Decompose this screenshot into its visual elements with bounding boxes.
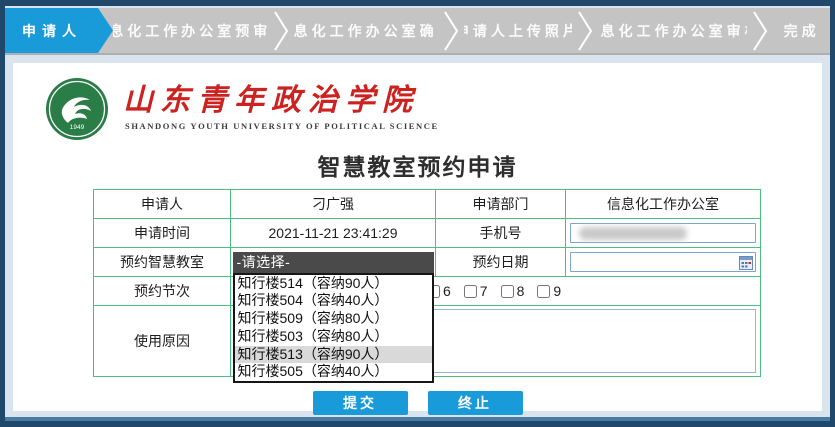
wizard-step-applicant: 申请人 (5, 8, 113, 53)
terminate-button[interactable]: 终止 (428, 391, 523, 415)
content-panel: 1949 山东青年政治学院 SHANDONG YOUTH UNIVERSITY … (13, 63, 822, 411)
wizard-step-review: 信息化工作办公室审核 (598, 8, 747, 53)
periods-label: 预约节次 (94, 277, 231, 306)
redacted-phone-value (579, 227, 687, 240)
apply-time-label: 申请时间 (94, 219, 231, 248)
university-seal-icon: 1949 (45, 77, 109, 141)
classroom-label: 预约智慧教室 (94, 248, 231, 277)
department-label: 申请部门 (436, 190, 566, 219)
table-row: 预约智慧教室 -请选择- 知行楼514（容纳90人） 知行楼504（容纳40人）… (94, 248, 761, 277)
period-label: 7 (480, 283, 488, 299)
university-name-cn: 山东青年政治学院 (123, 83, 439, 119)
table-row: 申请时间 2021-11-21 23:41:29 手机号 (94, 219, 761, 248)
wizard-step-label: 信息化工作办公室确认 (294, 21, 438, 41)
reason-label: 使用原因 (94, 306, 231, 377)
period-option-9: 9 (537, 283, 561, 299)
calendar-icon[interactable] (739, 256, 753, 270)
applicant-value: 刁广强 (231, 190, 436, 219)
button-row: 提交 终止 (13, 391, 822, 415)
university-logo: 1949 山东青年政治学院 SHANDONG YOUTH UNIVERSITY … (45, 77, 439, 141)
app-window: 申请人 信息化工作办公室预审核 信息化工作办公室确认 申请人上传照片 信息化工作… (0, 0, 835, 427)
wizard-step-confirm: 信息化工作办公室确认 (294, 8, 438, 53)
select-option[interactable]: 知行楼514（容纳90人） (235, 275, 432, 293)
select-option[interactable]: 知行楼503（容纳80人） (235, 328, 432, 346)
applicant-label: 申请人 (94, 190, 231, 219)
classroom-select[interactable]: -请选择- 知行楼514（容纳90人） 知行楼504（容纳40人） 知行楼509… (233, 252, 434, 273)
logo-text-block: 山东青年政治学院 SHANDONG YOUTH UNIVERSITY OF PO… (123, 77, 439, 131)
period-option-7: 7 (464, 283, 488, 299)
wizard-step-label: 信息化工作办公室预审核 (113, 21, 268, 41)
phone-input[interactable] (570, 223, 756, 243)
submit-button[interactable]: 提交 (313, 391, 408, 415)
period-checkbox-8[interactable] (501, 285, 514, 298)
wizard-step-pre-review: 信息化工作办公室预审核 (113, 8, 268, 53)
wizard-step-label: 完成 (784, 21, 820, 41)
classroom-select-dropdown: 知行楼514（容纳90人） 知行楼504（容纳40人） 知行楼509（容纳80人… (233, 273, 434, 384)
apply-time-value: 2021-11-21 23:41:29 (231, 219, 436, 248)
chevron-right-icon (572, 8, 598, 53)
page-title: 智慧教室预约申请 (13, 148, 822, 182)
chevron-right-icon (268, 8, 294, 53)
phone-label: 手机号 (436, 219, 566, 248)
period-label: 8 (517, 283, 525, 299)
chevron-right-icon (438, 8, 464, 53)
date-label: 预约日期 (436, 248, 566, 277)
bottom-status-bar (5, 417, 830, 421)
date-input[interactable] (570, 252, 756, 272)
wizard-bar: 申请人 信息化工作办公室预审核 信息化工作办公室确认 申请人上传照片 信息化工作… (5, 8, 830, 55)
seal-year: 1949 (70, 124, 85, 131)
period-checkbox-7[interactable] (464, 285, 477, 298)
select-option[interactable]: 知行楼513（容纳90人） (235, 346, 432, 364)
reservation-form-table: 申请人 刁广强 申请部门 信息化工作办公室 申请时间 2021-11-21 23… (93, 189, 761, 377)
select-option[interactable]: 知行楼504（容纳40人） (235, 292, 432, 310)
table-row: 申请人 刁广强 申请部门 信息化工作办公室 (94, 190, 761, 219)
wizard-step-label: 申请人上传照片 (464, 21, 572, 41)
period-label: 6 (443, 283, 451, 299)
wizard-step-upload-photo: 申请人上传照片 (464, 8, 572, 53)
period-option-8: 8 (501, 283, 525, 299)
select-option[interactable]: 知行楼509（容纳80人） (235, 310, 432, 328)
period-label: 9 (553, 283, 561, 299)
wizard-step-done: 完成 (773, 8, 830, 53)
select-option[interactable]: 知行楼505（容纳40人） (235, 363, 432, 381)
university-name-en: SHANDONG YOUTH UNIVERSITY OF POLITICAL S… (125, 121, 439, 131)
wizard-step-label: 申请人 (22, 21, 82, 41)
period-checkbox-9[interactable] (537, 285, 550, 298)
classroom-select-selected[interactable]: -请选择- (233, 252, 434, 273)
chevron-right-icon (747, 8, 773, 53)
wizard-step-label: 信息化工作办公室审核 (598, 21, 747, 41)
department-value: 信息化工作办公室 (566, 190, 761, 219)
